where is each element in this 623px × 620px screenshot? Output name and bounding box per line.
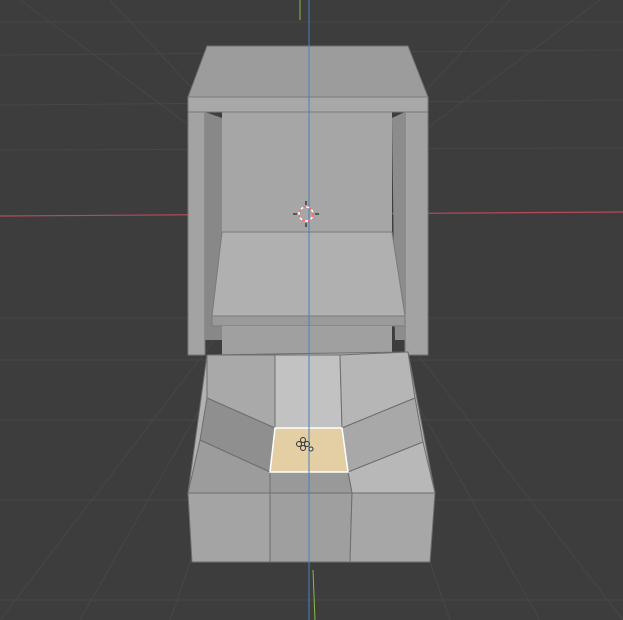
cabinet-lower-back [222, 326, 392, 356]
cabinet-left-leg [187, 111, 206, 356]
box-front-face-mid [269, 492, 353, 563]
cabinet-right-leg [404, 111, 429, 356]
viewport-canvas[interactable] [0, 0, 623, 620]
3d-viewport[interactable] [0, 0, 623, 620]
box-front-slope [269, 471, 353, 494]
cabinet-top [187, 45, 429, 98]
cabinet-back-panel [222, 112, 392, 232]
box-front-face-left [187, 492, 271, 563]
cabinet-front-top-rail [187, 96, 429, 113]
cabinet-mesh[interactable] [187, 45, 429, 356]
y-axis-line-bottom [312, 569, 316, 620]
box-front-face-right [349, 492, 436, 563]
box-mesh[interactable] [187, 351, 436, 563]
